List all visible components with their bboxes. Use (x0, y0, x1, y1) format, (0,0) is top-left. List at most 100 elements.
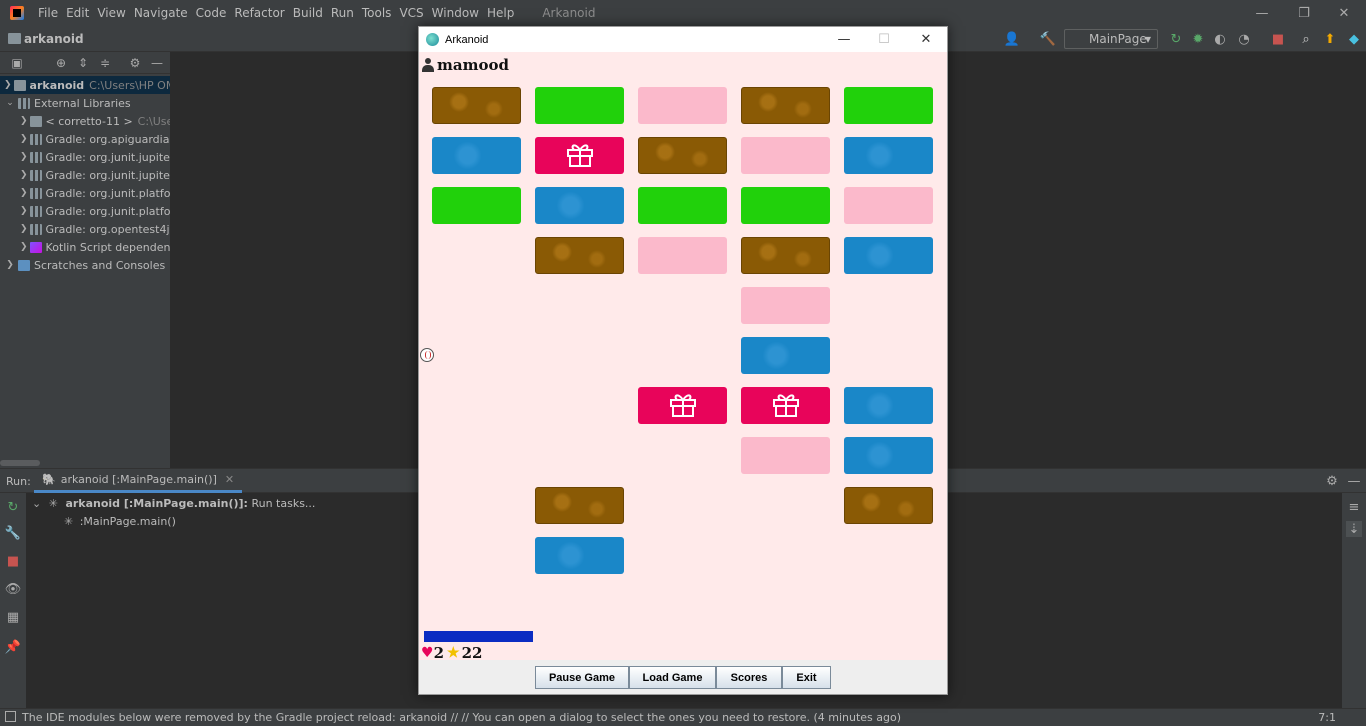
update-icon[interactable]: ⬆ (1322, 31, 1338, 47)
hide-icon[interactable]: — (1346, 473, 1362, 489)
user-icon (422, 58, 434, 72)
brick (844, 87, 933, 124)
pin-icon[interactable]: 📌 (5, 639, 21, 655)
rerun-icon[interactable]: ↻ (1168, 31, 1184, 47)
tree-item-library[interactable]: ❯ Gradle: org.junit.jupiter:ju (0, 166, 170, 184)
minimize-icon[interactable]: — (1242, 0, 1282, 26)
menu-build[interactable]: Build (289, 6, 327, 20)
chevron-right-icon: ❯ (20, 242, 28, 252)
tree-item-jdk[interactable]: ❯ < corretto-11 > C:\Users (0, 112, 170, 130)
tree-item-library[interactable]: ❯ Gradle: org.apiguardian:a (0, 130, 170, 148)
scores-button[interactable]: Scores (716, 666, 782, 689)
chevron-right-icon: ❯ (20, 134, 28, 144)
hide-icon[interactable]: — (150, 56, 164, 70)
rerun-icon[interactable]: ↻ (5, 499, 21, 515)
restore-icon[interactable]: ❐ (1284, 0, 1324, 26)
menu-view[interactable]: View (93, 6, 129, 20)
soft-wrap-icon[interactable]: ≡ (1346, 499, 1362, 515)
tree-item-kotlin-deps[interactable]: ❯ Kotlin Script dependenci (0, 238, 170, 256)
close-icon[interactable]: ✕ (905, 27, 947, 52)
caret-position[interactable]: 7:1 (1318, 711, 1336, 724)
eye-icon[interactable]: 👁 (5, 581, 22, 597)
java-app-icon (426, 33, 439, 46)
menu-navigate[interactable]: Navigate (130, 6, 192, 20)
arkanoid-window: Arkanoid — ☐ ✕ mamood ♥ 2 ★ 22 Pause Gam… (418, 26, 948, 695)
locate-icon[interactable]: ⊕ (54, 56, 68, 70)
minimize-icon[interactable]: — (823, 27, 865, 52)
project-view-icon[interactable]: ▣ (10, 56, 24, 70)
vcs-user-icon[interactable]: 👤 (1004, 31, 1020, 47)
gift-icon (668, 390, 698, 421)
menu-window[interactable]: Window (428, 6, 483, 20)
close-icon[interactable]: ✕ (1324, 0, 1364, 26)
status-bar: The IDE modules below were removed by th… (0, 708, 1366, 726)
exit-button[interactable]: Exit (782, 666, 831, 689)
plugin-icon[interactable]: ◆ (1346, 31, 1362, 47)
module-icon (13, 79, 26, 91)
layout-icon[interactable]: ▦ (5, 609, 21, 625)
gift-brick (741, 387, 830, 424)
brick (638, 187, 727, 224)
brick (844, 237, 933, 274)
expand-all-icon[interactable]: ⇕ (76, 56, 90, 70)
menu-file[interactable]: File (34, 6, 62, 20)
menu-run[interactable]: Run (327, 6, 358, 20)
pause-game-button[interactable]: Pause Game (535, 666, 629, 689)
run-tab[interactable]: 🐘 arkanoid [:MainPage.main()] ✕ (34, 469, 243, 493)
gear-icon[interactable]: ⚙ (1324, 473, 1340, 489)
brick (741, 187, 830, 224)
coverage-icon[interactable]: ◐ (1212, 31, 1228, 47)
menu-tools[interactable]: Tools (358, 6, 396, 20)
tree-item-label: Gradle: org.junit.jupiter:ju (45, 150, 170, 164)
menu-help[interactable]: Help (483, 6, 518, 20)
menu-edit[interactable]: Edit (62, 6, 93, 20)
chevron-right-icon: ❯ (20, 224, 28, 234)
scroll-to-end-icon[interactable]: ⇣ (1346, 521, 1362, 537)
status-message[interactable]: The IDE modules below were removed by th… (22, 711, 901, 724)
ide-window-title: Arkanoid (542, 6, 596, 20)
stop-icon[interactable]: ■ (1270, 31, 1286, 47)
tree-item-library[interactable]: ❯ Gradle: org.junit.platform (0, 202, 170, 220)
tree-item-external-libraries[interactable]: ⌄ External Libraries (0, 94, 170, 112)
tree-item-library[interactable]: ❯ Gradle: org.opentest4j:op (0, 220, 170, 238)
library-icon (29, 205, 42, 217)
wrench-icon[interactable]: 🔧 (5, 525, 21, 541)
menu-refactor[interactable]: Refactor (230, 6, 288, 20)
profile-icon[interactable]: ◔ (1236, 31, 1252, 47)
horizontal-scrollbar[interactable] (0, 460, 40, 466)
chevron-right-icon: ❯ (20, 116, 28, 126)
tree-item-library[interactable]: ❯ Gradle: org.junit.jupiter:ju (0, 148, 170, 166)
tree-item-arkanoid[interactable]: ❯ arkanoid C:\Users\HP OMEN (0, 76, 170, 94)
menu-vcs[interactable]: VCS (395, 6, 427, 20)
debug-icon[interactable]: ✹ (1190, 31, 1206, 47)
project-breadcrumb[interactable]: arkanoid (24, 32, 84, 46)
run-task-row[interactable]: ⌄ ✳ arkanoid [:MainPage.main()]: Run tas… (32, 497, 315, 510)
tree-item-scratches[interactable]: ❯ Scratches and Consoles (0, 256, 170, 274)
scratches-icon (18, 259, 30, 271)
library-icon (29, 187, 42, 199)
ball (420, 348, 434, 362)
run-configuration-select[interactable]: MainPage (1064, 29, 1158, 49)
project-panel-toolbar: ▣ ⊕ ⇕ ≑ ⚙ — (0, 52, 170, 74)
menu-code[interactable]: Code (192, 6, 231, 20)
tree-item-label: Gradle: org.junit.platform (45, 204, 170, 218)
paddle[interactable] (424, 631, 533, 642)
tree-item-label: Gradle: org.opentest4j:op (45, 222, 170, 236)
stop-icon[interactable]: ■ (5, 553, 21, 569)
tree-item-label: < corretto-11 > (45, 114, 133, 128)
load-game-button[interactable]: Load Game (629, 666, 716, 689)
run-right-toolbar: ≡ ⇣ (1342, 493, 1366, 709)
tree-item-label: Gradle: org.junit.platform (45, 186, 170, 200)
build-hammer-icon[interactable]: 🔨 (1040, 31, 1056, 47)
gear-icon[interactable]: ⚙ (128, 56, 142, 70)
run-subtask-row[interactable]: ✳ :MainPage.main() (64, 515, 176, 528)
tree-item-path: C:\Users\HP OMEN (89, 78, 170, 92)
close-icon[interactable]: ✕ (225, 473, 234, 486)
status-toggle-icon[interactable] (5, 711, 16, 722)
tree-item-library[interactable]: ❯ Gradle: org.junit.platform (0, 184, 170, 202)
search-icon[interactable]: ⌕ (1298, 31, 1314, 47)
collapse-all-icon[interactable]: ≑ (98, 56, 112, 70)
brick (741, 287, 830, 324)
tree-item-label: Kotlin Script dependenci (45, 240, 170, 254)
maximize-icon[interactable]: ☐ (863, 27, 905, 52)
